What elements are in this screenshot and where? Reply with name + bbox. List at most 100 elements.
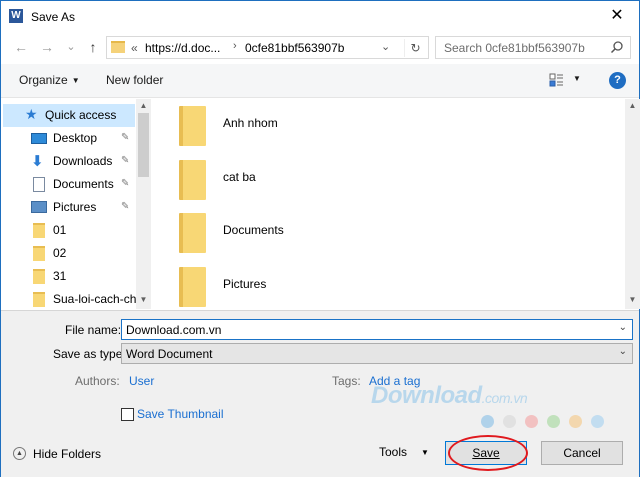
save-thumbnail-label[interactable]: Save Thumbnail — [137, 407, 224, 421]
caret-down-icon: ▼ — [71, 76, 80, 85]
sidebar-item-label: Sua-loi-cach-ch — [53, 292, 137, 306]
help-icon[interactable]: ? — [609, 72, 626, 89]
organize-menu[interactable]: Organize ▼ — [19, 73, 80, 87]
recent-locations-chevron-icon[interactable]: ⌄ — [61, 37, 81, 57]
back-arrow-icon[interactable]: ← — [11, 37, 31, 57]
chevron-down-icon[interactable]: ⌄ — [381, 40, 390, 53]
file-list-scrollbar[interactable]: ▲ ▼ — [625, 99, 640, 309]
watermark-dot — [591, 415, 604, 428]
save-as-dialog: W Save As ✕ ← → ⌄ ↑ « https://d.doc... ›… — [0, 0, 640, 477]
address-overflow[interactable]: « — [131, 41, 138, 55]
pin-icon[interactable]: ✎ — [121, 178, 129, 189]
authors-label: Authors: — [75, 374, 120, 388]
search-icon — [610, 41, 623, 54]
watermark-dot — [503, 415, 516, 428]
sidebar-item-pictures[interactable]: Pictures ✎ — [3, 196, 135, 219]
sidebar-item-label: Quick access — [45, 108, 117, 122]
word-app-icon: W — [9, 9, 23, 23]
list-item[interactable]: Anh nhom — [179, 101, 599, 151]
file-name: Anh nhom — [223, 116, 278, 130]
watermark-logo: Download.com.vn — [371, 382, 528, 410]
cancel-button[interactable]: Cancel — [541, 441, 623, 465]
new-folder-button[interactable]: New folder — [106, 73, 163, 87]
chevron-up-icon: ▲ — [13, 447, 26, 460]
sidebar-item-label: Downloads — [53, 154, 113, 168]
up-arrow-icon[interactable]: ↑ — [83, 37, 103, 57]
scroll-down-icon[interactable]: ▼ — [136, 294, 151, 306]
list-item[interactable]: cat ba — [179, 155, 599, 205]
address-bar[interactable]: « https://d.doc... › 0cfe81bbf563907b ⌄ … — [106, 36, 429, 59]
search-input[interactable]: Search 0cfe81bbf563907b — [444, 41, 585, 55]
pin-icon[interactable]: ✎ — [121, 132, 129, 143]
watermark-dot — [547, 415, 560, 428]
star-icon: ★ — [25, 106, 38, 122]
download-icon: ⬇ — [31, 153, 44, 170]
scroll-up-icon[interactable]: ▲ — [625, 100, 640, 112]
folder-icon — [33, 292, 45, 307]
dialog-title: Save As — [31, 10, 76, 24]
folder-icon — [179, 160, 206, 200]
scroll-down-icon[interactable]: ▼ — [625, 294, 640, 306]
command-toolbar: Organize ▼ New folder ▼ ? — [1, 64, 639, 98]
sidebar-item-label: Desktop — [53, 131, 98, 145]
sidebar-item-label: Pictures — [53, 200, 97, 214]
folder-icon — [111, 41, 125, 53]
watermark-dot — [569, 415, 582, 428]
navigation-pane: ★ Quick access Desktop ✎ ⬇ Downloads ✎ D… — [1, 99, 151, 309]
folder-icon — [179, 213, 206, 253]
sidebar-scrollbar[interactable]: ▲ ▼ — [136, 99, 151, 309]
caret-down-icon: ▼ — [421, 448, 429, 457]
forward-arrow-icon[interactable]: → — [37, 37, 57, 57]
list-item[interactable]: Documents — [179, 208, 599, 258]
tools-menu[interactable]: Tools ▼ — [379, 445, 429, 459]
address-segment-root[interactable]: https://d.doc... — [145, 41, 220, 55]
scrollbar-thumb[interactable] — [138, 113, 149, 177]
save-type-select[interactable]: Word Document ⌄ — [121, 343, 633, 364]
documents-icon — [33, 177, 45, 192]
sidebar-item-31[interactable]: 31 — [3, 265, 135, 288]
folder-icon — [33, 246, 45, 261]
folder-icon — [33, 269, 45, 284]
file-name: Pictures — [223, 277, 267, 291]
sidebar-item-label: 31 — [53, 269, 67, 283]
address-segment-current[interactable]: 0cfe81bbf563907b — [245, 41, 344, 55]
watermark-dot — [481, 415, 494, 428]
file-name-field[interactable]: Download.com.vn ⌄ — [121, 319, 633, 340]
folder-icon — [179, 267, 206, 307]
watermark-suffix: .com.vn — [481, 390, 528, 406]
sidebar-item-documents[interactable]: Documents ✎ — [3, 173, 135, 196]
save-thumbnail-checkbox[interactable] — [121, 408, 134, 421]
sidebar-item-desktop[interactable]: Desktop ✎ — [3, 127, 135, 150]
sidebar-item-sua-loi[interactable]: Sua-loi-cach-ch — [3, 288, 137, 309]
refresh-icon[interactable]: ↻ — [404, 39, 426, 57]
watermark-dot — [525, 415, 538, 428]
chevron-down-icon[interactable]: ⌄ — [619, 346, 627, 357]
sidebar-item-02[interactable]: 02 — [3, 242, 135, 265]
chevron-down-icon[interactable]: ⌄ — [619, 322, 627, 333]
desktop-icon — [31, 133, 47, 144]
view-caret-down-icon[interactable]: ▼ — [573, 74, 581, 83]
sidebar-item-downloads[interactable]: ⬇ Downloads ✎ — [3, 150, 135, 173]
file-list: Anh nhom cat ba Documents Pictures — [151, 99, 625, 309]
file-name: Documents — [223, 223, 284, 237]
sidebar-item-quick-access[interactable]: ★ Quick access — [3, 104, 135, 127]
pin-icon[interactable]: ✎ — [121, 155, 129, 166]
list-item[interactable]: Pictures — [179, 262, 599, 312]
authors-value[interactable]: User — [129, 374, 154, 388]
sidebar-item-01[interactable]: 01 — [3, 219, 135, 242]
sidebar-item-label: 02 — [53, 246, 67, 260]
save-type-value: Word Document — [126, 347, 213, 361]
chevron-right-icon[interactable]: › — [233, 40, 237, 52]
tools-label: Tools — [379, 445, 408, 459]
search-box[interactable]: Search 0cfe81bbf563907b — [435, 36, 631, 59]
close-icon[interactable]: ✕ — [603, 5, 631, 27]
view-options-icon[interactable] — [549, 72, 565, 88]
sidebar-item-label: Documents — [53, 177, 114, 191]
pin-icon[interactable]: ✎ — [121, 201, 129, 212]
folder-icon — [33, 223, 45, 238]
hide-folders-label: Hide Folders — [33, 447, 102, 461]
pictures-icon — [31, 201, 47, 213]
highlight-annotation — [448, 435, 528, 471]
file-name-value: Download.com.vn — [126, 323, 222, 337]
scroll-up-icon[interactable]: ▲ — [136, 100, 151, 112]
